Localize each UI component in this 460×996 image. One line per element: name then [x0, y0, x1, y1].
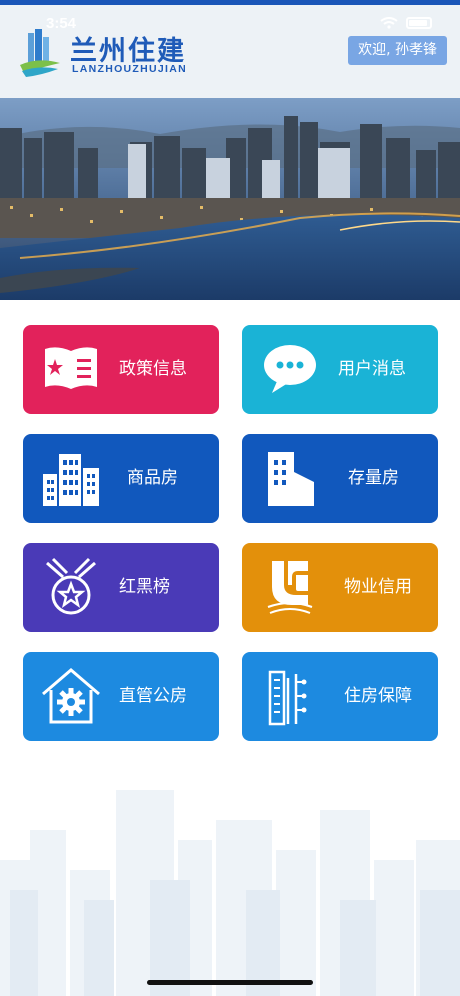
tile-label: 用户消息	[338, 359, 406, 379]
brand-subtitle: LANZHOUZHUJIAN	[72, 63, 188, 75]
tile-label: 直管公房	[119, 686, 187, 706]
chat-bubble-icon	[264, 345, 316, 393]
tile-user-messages[interactable]: 用户消息	[242, 325, 438, 414]
tile-red-black-list[interactable]: 红黑榜	[23, 543, 219, 632]
tile-label: 红黑榜	[119, 577, 170, 597]
housing-security-icon	[268, 670, 307, 726]
tile-housing-security[interactable]: 住房保障	[242, 652, 438, 741]
policy-book-icon	[45, 347, 97, 389]
status-icons	[380, 17, 432, 29]
tile-label: 住房保障	[344, 686, 412, 706]
tile-label: 存量房	[348, 468, 399, 488]
building-icon	[268, 452, 314, 506]
app-header: 3:54 兰州住建 LANZHOUZHUJIAN 欢迎, 孙孝锋	[0, 5, 460, 98]
city-banner-image	[0, 98, 460, 300]
tile-policy-info[interactable]: 政策信息	[23, 325, 219, 414]
lanzhou-logo-icon	[20, 29, 60, 77]
welcome-user-button[interactable]: 欢迎, 孙孝锋	[348, 36, 447, 65]
tile-commercial-housing[interactable]: 商品房	[23, 434, 219, 523]
tile-label: 政策信息	[119, 359, 187, 379]
tile-existing-housing[interactable]: 存量房	[242, 434, 438, 523]
house-gear-icon	[42, 668, 100, 724]
tile-direct-public-housing[interactable]: 直管公房	[23, 652, 219, 741]
tile-label: 物业信用	[344, 577, 412, 597]
battery-icon	[406, 17, 432, 29]
tile-label: 商品房	[127, 468, 178, 488]
wifi-icon	[380, 17, 398, 29]
property-logo-icon	[267, 561, 313, 614]
background-skyline-decoration	[0, 790, 460, 996]
buildings-icon	[43, 454, 99, 506]
star-medal-icon	[46, 557, 96, 615]
home-indicator[interactable]	[147, 980, 313, 985]
tile-property-credit[interactable]: 物业信用	[242, 543, 438, 632]
